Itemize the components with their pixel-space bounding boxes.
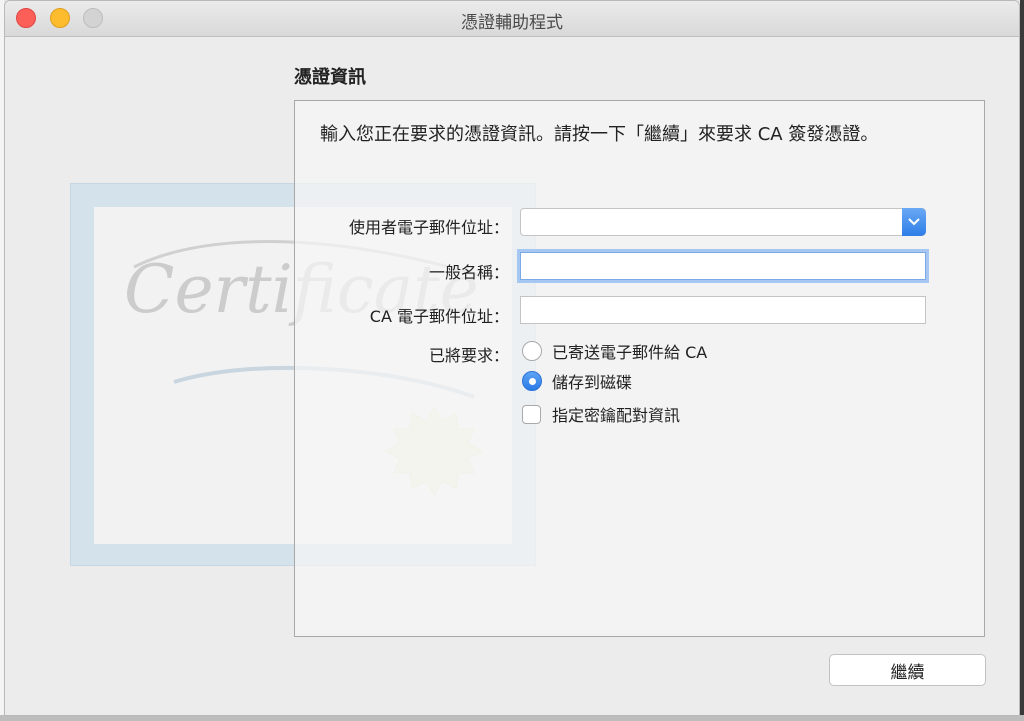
form-panel — [294, 100, 985, 637]
key-pair-checkbox[interactable] — [522, 404, 541, 424]
intro-text: 輸入您正在要求的憑證資訊。請按一下「繼續」來要求 CA 簽發憑證。 — [320, 124, 879, 145]
common-name-box[interactable] — [520, 252, 926, 280]
user-email-field[interactable] — [521, 209, 925, 235]
user-email-combobox[interactable] — [520, 208, 926, 236]
ca-email-label: CA 電子郵件位址： — [369, 307, 509, 326]
radio-label-disk: 儲存到磁碟 — [552, 373, 633, 392]
radio-button[interactable] — [522, 341, 542, 361]
background-app-edge-right — [1020, 0, 1024, 721]
key-pair-label: 指定密鑰配對資訊 — [552, 406, 681, 425]
key-pair-option[interactable]: 指定密鑰配對資訊 — [522, 402, 680, 426]
request-label: 已將要求： — [428, 346, 509, 365]
radio-option-email[interactable]: 已寄送電子郵件給 CA — [522, 339, 707, 363]
section-heading: 憑證資訊 — [294, 67, 366, 88]
radio-option-disk[interactable]: 儲存到磁碟 — [522, 369, 632, 393]
radio-button-selected[interactable] — [522, 371, 542, 391]
common-name-label: 一般名稱： — [428, 263, 509, 282]
chevron-down-icon[interactable] — [902, 208, 926, 236]
radio-label-email: 已寄送電子郵件給 CA — [552, 343, 708, 362]
ca-email-box[interactable] — [520, 296, 926, 324]
continue-button[interactable]: 繼續 — [829, 654, 986, 686]
title-bar: 憑證輔助程式 — [5, 1, 1019, 37]
user-email-label: 使用者電子郵件位址： — [348, 218, 509, 237]
window-title: 憑證輔助程式 — [461, 13, 563, 33]
common-name-field[interactable] — [521, 253, 925, 279]
ca-email-field[interactable] — [521, 297, 925, 323]
